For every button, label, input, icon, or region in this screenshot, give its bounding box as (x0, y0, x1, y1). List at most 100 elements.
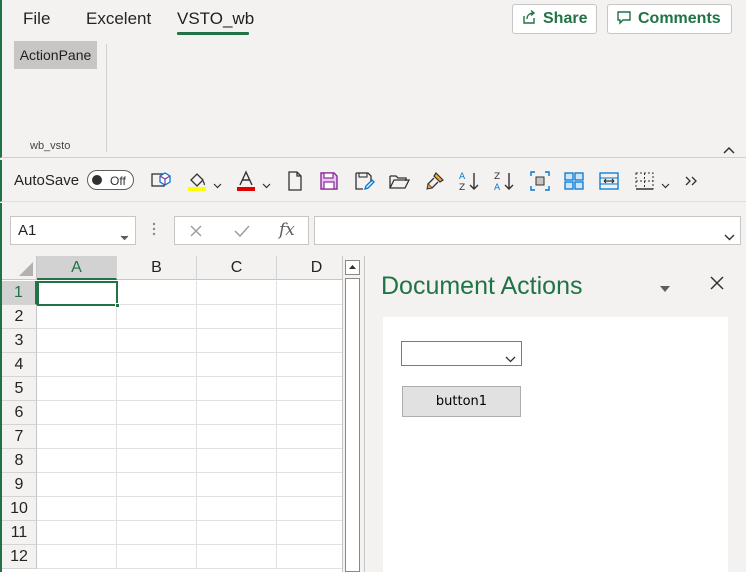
grid-cell[interactable] (197, 353, 277, 377)
row-header[interactable]: 4 (2, 353, 37, 377)
active-cell-outline[interactable] (37, 281, 118, 306)
grid-cell[interactable] (277, 449, 342, 473)
grid-cell[interactable] (37, 305, 117, 329)
vertical-scrollbar[interactable] (342, 256, 362, 572)
tab-excelent[interactable]: Excelent (86, 9, 151, 29)
comments-button[interactable]: Comments (607, 4, 732, 34)
grid-cell[interactable] (277, 377, 342, 401)
grid-cell[interactable] (117, 449, 197, 473)
open-folder-icon[interactable] (388, 170, 411, 192)
column-header[interactable]: C (197, 256, 277, 280)
grid-cell[interactable] (277, 545, 342, 569)
grid-cell[interactable] (197, 449, 277, 473)
grid-cell[interactable] (117, 401, 197, 425)
grid-cell[interactable] (277, 497, 342, 521)
grid-cell[interactable] (37, 425, 117, 449)
grid-cell[interactable] (197, 377, 277, 401)
grid-cell[interactable] (117, 305, 197, 329)
collapse-ribbon-icon[interactable] (722, 142, 736, 160)
row-header[interactable]: 9 (2, 473, 37, 497)
grid-cell[interactable] (197, 329, 277, 353)
grid-cell[interactable] (37, 473, 117, 497)
grid-cell[interactable] (277, 281, 342, 305)
row-header[interactable]: 1 (2, 281, 37, 305)
row-header[interactable]: 12 (2, 545, 37, 569)
merge-cells-icon[interactable] (598, 170, 620, 192)
grid-cell[interactable] (37, 377, 117, 401)
row-header[interactable]: 11 (2, 521, 37, 545)
grid-cell[interactable] (277, 521, 342, 545)
expand-formula-bar-icon[interactable] (724, 228, 735, 246)
borders-icon[interactable] (634, 170, 656, 192)
save-icon[interactable] (318, 170, 340, 192)
chevron-down-icon[interactable] (120, 228, 129, 245)
column-header[interactable]: A (37, 256, 117, 280)
column-header[interactable]: D (277, 256, 342, 280)
grid-cell[interactable] (117, 377, 197, 401)
formula-input[interactable] (314, 216, 741, 245)
grid-cell[interactable] (277, 473, 342, 497)
share-button[interactable]: Share (512, 4, 597, 34)
grid-cell[interactable] (277, 329, 342, 353)
fill-color-icon[interactable] (186, 170, 208, 192)
chevron-down-icon[interactable] (262, 176, 271, 194)
scroll-thumb[interactable] (345, 278, 360, 572)
grid-cell[interactable] (37, 521, 117, 545)
name-box[interactable]: A1 (10, 216, 136, 245)
grid-cell[interactable] (117, 473, 197, 497)
format-painter-icon[interactable] (424, 170, 446, 192)
chevron-down-icon[interactable] (213, 176, 222, 194)
grid-cell[interactable] (37, 353, 117, 377)
combo-box[interactable] (401, 341, 522, 366)
grid-cell[interactable] (197, 497, 277, 521)
grid-cell[interactable] (277, 353, 342, 377)
cancel-icon[interactable] (189, 224, 203, 243)
row-header[interactable]: 3 (2, 329, 37, 353)
tab-file[interactable]: File (23, 9, 50, 29)
more-commands-icon[interactable] (684, 174, 706, 196)
drag-handle-icon[interactable] (152, 221, 156, 242)
insert-function-icon[interactable]: fx (279, 220, 295, 240)
3d-model-icon[interactable] (150, 170, 172, 192)
actionpane-button[interactable]: ActionPane (14, 41, 97, 69)
grid-layout-icon[interactable] (563, 170, 585, 192)
grid-cell[interactable] (277, 401, 342, 425)
chevron-down-icon[interactable] (505, 350, 516, 368)
grid-cell[interactable] (117, 497, 197, 521)
scroll-up-button[interactable] (345, 260, 360, 275)
select-all-corner[interactable] (2, 256, 37, 280)
sort-ascending-icon[interactable]: AZ (458, 170, 480, 193)
row-header[interactable]: 5 (2, 377, 37, 401)
row-header[interactable]: 6 (2, 401, 37, 425)
grid-cell[interactable] (197, 281, 277, 305)
grid-cell[interactable] (37, 449, 117, 473)
grid-cell[interactable] (117, 521, 197, 545)
enter-check-icon[interactable] (234, 224, 250, 243)
grid-cell[interactable] (37, 401, 117, 425)
button1[interactable]: button1 (402, 386, 521, 417)
grid-cell[interactable] (117, 281, 197, 305)
grid-cell[interactable] (197, 305, 277, 329)
row-header[interactable]: 10 (2, 497, 37, 521)
grid-cell[interactable] (197, 425, 277, 449)
grid-cell[interactable] (37, 545, 117, 569)
grid-cell[interactable] (37, 497, 117, 521)
row-header[interactable]: 2 (2, 305, 37, 329)
select-all-icon[interactable] (529, 170, 551, 192)
grid-cell[interactable] (197, 545, 277, 569)
grid-cell[interactable] (117, 545, 197, 569)
font-color-icon[interactable] (235, 170, 257, 192)
row-header[interactable]: 8 (2, 449, 37, 473)
autosave-toggle[interactable]: Off (87, 170, 134, 190)
column-header[interactable]: B (117, 256, 197, 280)
grid-cell[interactable] (117, 329, 197, 353)
row-header[interactable]: 7 (2, 425, 37, 449)
grid-cell[interactable] (277, 425, 342, 449)
grid-cell[interactable] (117, 353, 197, 377)
grid-cell[interactable] (117, 425, 197, 449)
tab-vsto-wb[interactable]: VSTO_wb (177, 9, 254, 29)
grid-cell[interactable] (197, 521, 277, 545)
close-icon[interactable] (710, 276, 724, 295)
grid-cell[interactable] (197, 401, 277, 425)
fill-handle[interactable] (115, 303, 120, 308)
